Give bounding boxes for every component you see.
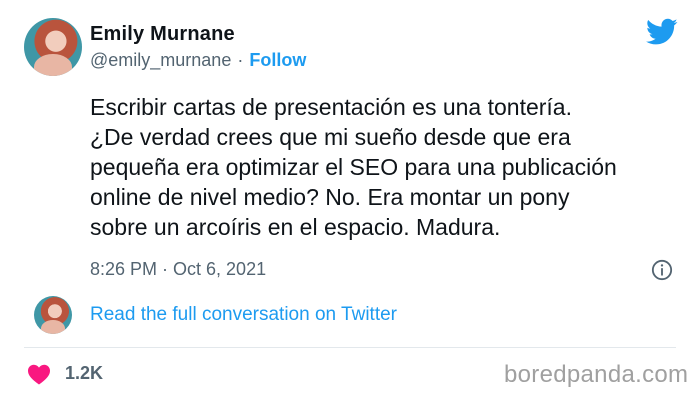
tweet-line: online de nivel medio? No. Era montar un…: [90, 184, 570, 210]
info-icon[interactable]: [651, 259, 673, 281]
tweet-line: sobre un arcoíris en el espacio. Madura.: [90, 214, 501, 240]
tweet-text: Escribir cartas de presentación es una t…: [90, 92, 670, 242]
watermark: boredpanda.com: [504, 361, 689, 388]
follow-button[interactable]: Follow: [249, 50, 306, 71]
author-handle[interactable]: @emily_murnane: [90, 50, 231, 71]
tweet-timestamp[interactable]: 8:26 PM · Oct 6, 2021: [90, 259, 266, 280]
tweet-line: Escribir cartas de presentación es una t…: [90, 94, 572, 120]
handle-row: @emily_murnane · Follow: [90, 50, 306, 71]
read-conversation-link[interactable]: Read the full conversation on Twitter: [90, 304, 397, 326]
author-avatar[interactable]: [24, 18, 82, 76]
author-name[interactable]: Emily Murnane: [90, 23, 235, 46]
conversation-avatar[interactable]: [34, 296, 72, 334]
likes-count[interactable]: 1.2K: [65, 363, 103, 384]
separator-dot: ·: [237, 50, 244, 70]
heart-icon[interactable]: [27, 363, 51, 385]
tweet-line: ¿De verdad crees que mi sueño desde que …: [90, 124, 571, 150]
twitter-bird-icon[interactable]: [646, 18, 678, 46]
divider: [24, 347, 676, 348]
tweet-line: pequeña era optimizar el SEO para una pu…: [90, 154, 617, 180]
